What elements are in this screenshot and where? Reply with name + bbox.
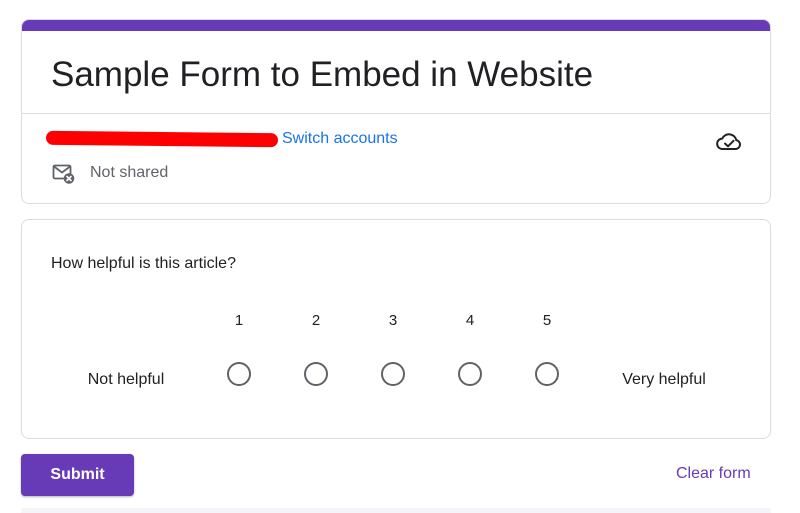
scale-radio-1[interactable] xyxy=(227,362,251,386)
form-title: Sample Form to Embed in Website xyxy=(51,55,594,94)
scale-radio-3[interactable] xyxy=(381,362,405,386)
scale-number-3: 3 xyxy=(388,312,398,329)
cloud-done-icon xyxy=(716,133,741,151)
clear-form-button[interactable]: Clear form xyxy=(676,465,751,483)
header-divider xyxy=(22,113,770,114)
scale-radio-5[interactable] xyxy=(535,362,559,386)
scale-radio-4[interactable] xyxy=(458,362,482,386)
accent-bar xyxy=(22,20,770,31)
scale-number-1: 1 xyxy=(234,312,244,329)
scale-number-4: 4 xyxy=(465,312,475,329)
sharing-status: Not shared xyxy=(90,164,169,181)
question-card: How helpful is this article? 1 2 3 4 5 N… xyxy=(21,219,771,439)
scale-high-label: Very helpful xyxy=(622,371,706,388)
scale-number-5: 5 xyxy=(542,312,552,329)
form-header-card: Sample Form to Embed in Website Switch a… xyxy=(21,19,771,204)
scale-radio-2[interactable] xyxy=(304,362,328,386)
account-email-redaction xyxy=(45,130,279,148)
switch-accounts-link[interactable]: Switch accounts xyxy=(282,130,398,148)
mail-not-shared-icon xyxy=(52,164,75,184)
footer-strip xyxy=(21,508,771,513)
question-title: How helpful is this article? xyxy=(51,255,236,272)
scale-number-2: 2 xyxy=(311,312,321,329)
form-page: Sample Form to Embed in Website Switch a… xyxy=(0,0,800,513)
submit-button[interactable]: Submit xyxy=(21,454,134,496)
scale-low-label: Not helpful xyxy=(87,371,165,388)
